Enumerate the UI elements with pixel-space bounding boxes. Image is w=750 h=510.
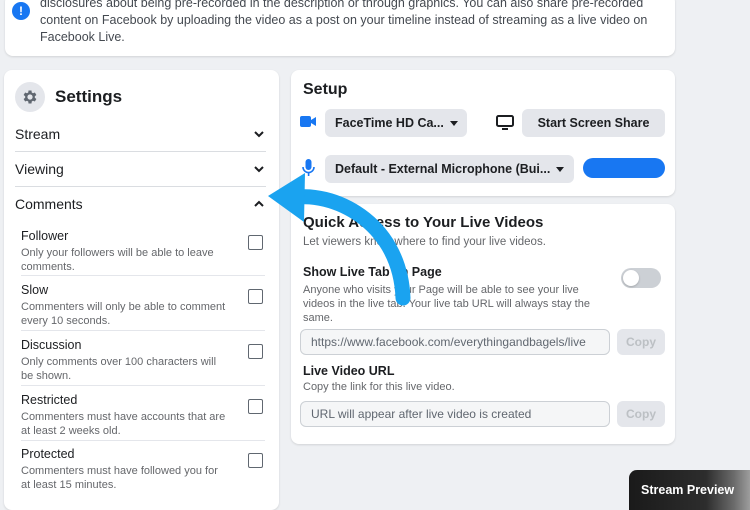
protected-checkbox[interactable] [248, 453, 263, 468]
microphone-select[interactable]: Default - External Microphone (Bui... [325, 155, 574, 183]
live-video-url-placeholder: URL will appear after live video is crea… [311, 407, 532, 421]
microphone-select-value: Default - External Microphone (Bui... [335, 162, 551, 176]
option-desc: Commenters must have accounts that are a… [21, 411, 226, 437]
option-name: Restricted [21, 393, 78, 407]
live-video-url-field[interactable]: URL will appear after live video is crea… [300, 401, 610, 427]
comment-option-follower: Follower Only your followers will be abl… [21, 229, 265, 276]
settings-header: Settings [15, 82, 122, 112]
info-icon: ! [12, 2, 30, 20]
stream-preview-label: Stream Preview [641, 483, 735, 497]
section-stream[interactable]: Stream [15, 117, 266, 152]
caret-down-icon [449, 120, 458, 126]
quick-access-panel: Quick Access to Your Live Videos Let vie… [291, 204, 675, 444]
option-name: Discussion [21, 338, 82, 352]
camera-select[interactable]: FaceTime HD Ca... [325, 109, 467, 137]
chevron-down-icon [254, 131, 264, 138]
stream-preview-bar[interactable]: Stream Preview [629, 470, 750, 510]
microphone-icon [302, 159, 315, 176]
option-desc: Only your followers will be able to leav… [21, 247, 214, 273]
audio-level-meter [583, 158, 665, 178]
option-name: Protected [21, 447, 75, 461]
discussion-checkbox[interactable] [248, 344, 263, 359]
settings-title: Settings [55, 87, 123, 106]
copy-live-tab-url-button[interactable]: Copy [617, 329, 665, 355]
quick-access-title: Quick Access to Your Live Videos [303, 214, 544, 231]
comment-option-restricted: Restricted Commenters must have accounts… [21, 393, 265, 441]
live-video-url-desc: Copy the link for this live video. [303, 381, 455, 393]
start-screen-share-button[interactable]: Start Screen Share [522, 109, 665, 137]
option-desc: Commenters must have followed you for at… [21, 465, 218, 491]
live-tab-toggle[interactable] [621, 268, 661, 288]
quick-access-subtitle: Let viewers know where to find your live… [303, 236, 546, 248]
live-tab-desc: Anyone who visits your Page will be able… [303, 284, 590, 324]
live-tab-url-field[interactable]: https://www.facebook.com/everythingandba… [300, 329, 610, 355]
section-stream-label: Stream [15, 126, 61, 142]
gear-icon [15, 82, 45, 112]
section-comments-label: Comments [15, 196, 83, 212]
live-tab-label: Show Live Tab on Page [303, 265, 442, 279]
option-desc: Only comments over 100 characters will b… [21, 356, 217, 382]
restricted-checkbox[interactable] [248, 399, 263, 414]
camera-select-value: FaceTime HD Ca... [335, 116, 444, 130]
camera-icon [300, 116, 316, 127]
pre-recorded-notice: ! disclosures about being pre-recorded i… [5, 0, 675, 56]
comment-option-protected: Protected Commenters must have followed … [21, 447, 265, 494]
option-name: Follower [21, 229, 69, 243]
monitor-icon [496, 115, 514, 130]
notice-text: disclosures about being pre-recorded in … [40, 0, 648, 44]
setup-panel: Setup FaceTime HD Ca... Start Screen Sha… [291, 70, 675, 196]
comment-option-slow: Slow Commenters will only be able to com… [21, 283, 265, 331]
copy-live-video-url-button[interactable]: Copy [617, 401, 665, 427]
live-video-url-label: Live Video URL [303, 364, 395, 378]
section-viewing[interactable]: Viewing [15, 152, 266, 187]
section-comments[interactable]: Comments [15, 187, 266, 221]
follower-checkbox[interactable] [248, 235, 263, 250]
toggle-knob [623, 270, 639, 286]
caret-down-icon [556, 166, 565, 172]
settings-panel: Settings Stream Viewing Comments Followe… [4, 70, 279, 510]
slow-checkbox[interactable] [248, 289, 263, 304]
chevron-up-icon [254, 200, 264, 207]
live-tab-url-value: https://www.facebook.com/everythingandba… [311, 335, 586, 349]
chevron-down-icon [254, 166, 264, 173]
option-desc: Commenters will only be able to comment … [21, 301, 226, 327]
section-viewing-label: Viewing [15, 161, 64, 177]
comment-option-discussion: Discussion Only comments over 100 charac… [21, 338, 265, 386]
setup-title: Setup [303, 81, 348, 98]
option-name: Slow [21, 283, 49, 297]
